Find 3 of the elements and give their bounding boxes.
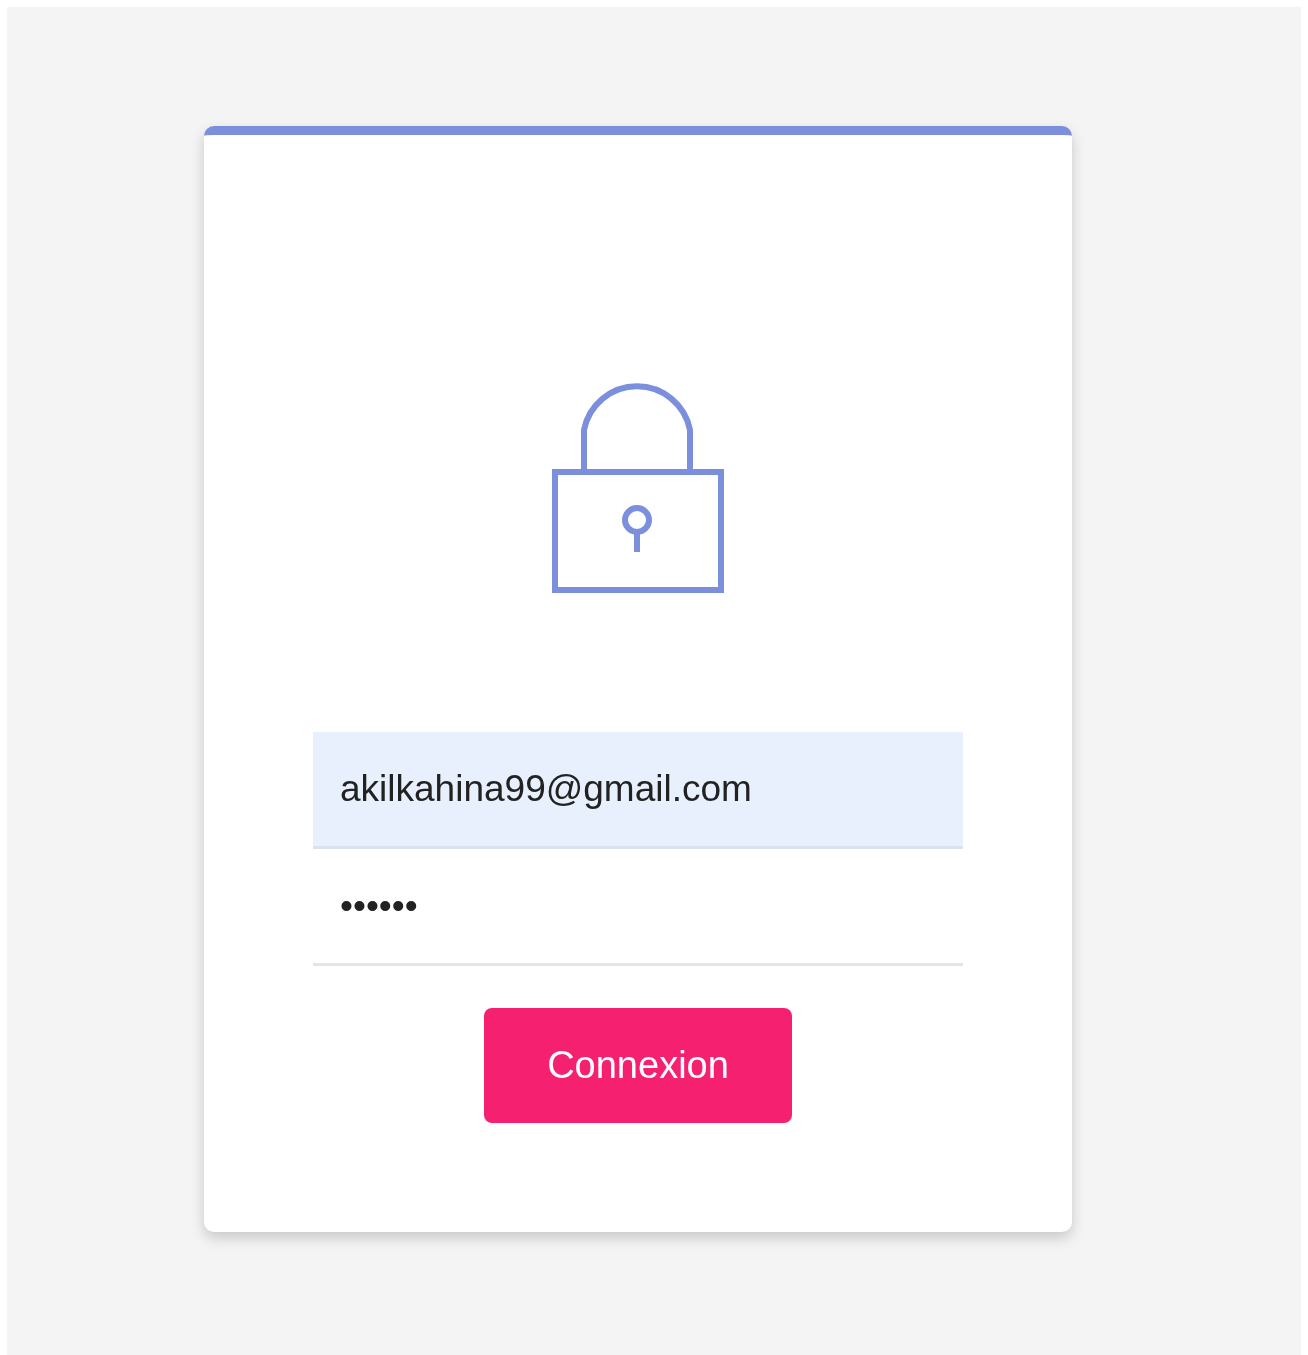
email-field[interactable]: akilkahina99@gmail.com bbox=[313, 732, 963, 849]
padlock-icon bbox=[552, 380, 724, 594]
login-button[interactable]: Connexion bbox=[484, 1008, 792, 1123]
